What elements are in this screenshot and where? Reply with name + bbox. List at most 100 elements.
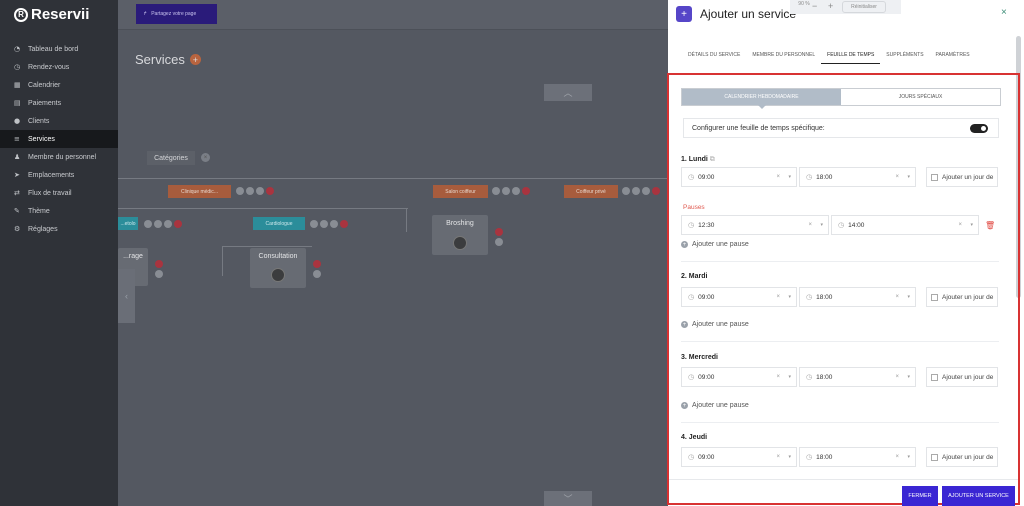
clear-icon[interactable]: × — [776, 374, 780, 380]
end-time-select[interactable]: ◷ 18:00 × ▾ — [799, 447, 916, 467]
subcategory-node[interactable]: Cardiologue — [253, 217, 305, 230]
categories-clear-icon[interactable]: × — [201, 153, 210, 162]
clear-icon[interactable]: × — [958, 222, 962, 228]
copy-icon[interactable] — [512, 187, 520, 195]
start-time-select[interactable]: ◷ 09:00 × ▾ — [681, 447, 797, 467]
sidebar-item-clients[interactable]: ● Clients — [0, 112, 118, 130]
trash-icon[interactable]: 🗑 — [985, 221, 995, 230]
service-card[interactable]: Consultation — [250, 248, 306, 288]
sidebar-item-payments[interactable]: ▤ Paiements — [0, 94, 118, 112]
zoom-in-button[interactable]: + — [828, 1, 833, 11]
sidebar-item-services[interactable]: ≡ Services — [0, 130, 118, 148]
delete-icon[interactable] — [652, 187, 660, 195]
close-icon[interactable]: × — [1001, 7, 1007, 18]
clear-icon[interactable]: × — [895, 294, 899, 300]
sidebar-item-theme[interactable]: ✎ Thème — [0, 202, 118, 220]
delete-icon[interactable] — [174, 220, 182, 228]
clear-icon[interactable]: × — [895, 374, 899, 380]
copy-icon[interactable]: ⧉ — [710, 155, 715, 164]
sidebar-item-staff[interactable]: ♟ Membre du personnel — [0, 148, 118, 166]
sidebar-item-locations[interactable]: ➤ Emplacements — [0, 166, 118, 184]
tab-extras[interactable]: Suppléments — [880, 46, 929, 64]
subcategory-node[interactable]: ...etolo — [118, 217, 138, 230]
edit-icon[interactable] — [320, 220, 328, 228]
edit-icon[interactable] — [632, 187, 640, 195]
delete-icon[interactable] — [495, 228, 503, 236]
category-node[interactable]: Coiffeur privé — [564, 185, 618, 198]
copy-icon[interactable] — [330, 220, 338, 228]
checkbox[interactable] — [931, 373, 938, 381]
checkbox[interactable] — [931, 293, 938, 301]
clear-icon[interactable]: × — [895, 454, 899, 460]
category-node[interactable]: Clinique médic... — [168, 185, 231, 198]
clear-icon[interactable]: × — [776, 294, 780, 300]
add-pause-button[interactable]: + Ajouter une pause — [681, 402, 749, 409]
clear-icon[interactable]: × — [895, 174, 899, 180]
edit-icon[interactable] — [154, 220, 162, 228]
checkbox[interactable] — [931, 173, 938, 181]
start-time-select[interactable]: ◷ 09:00 × ▾ — [681, 167, 797, 187]
sidebar-item-dashboard[interactable]: ◔ Tableau de bord — [0, 40, 118, 58]
end-time-select[interactable]: ◷ 18:00 × ▾ — [799, 167, 916, 187]
sidebar-item-calendar[interactable]: ▦ Calendrier — [0, 76, 118, 94]
sidebar-item-workflow[interactable]: ⇄ Flux de travail — [0, 184, 118, 202]
pause-end-select[interactable]: ◷ 14:00 × ▾ — [831, 215, 979, 235]
specific-timesheet-toggle[interactable] — [970, 124, 988, 133]
add-icon[interactable] — [492, 187, 500, 195]
end-time-select[interactable]: ◷ 18:00 × ▾ — [799, 287, 916, 307]
add-icon[interactable] — [622, 187, 630, 195]
add-pause-button[interactable]: + Ajouter une pause — [681, 321, 749, 328]
tab-weekly-calendar[interactable]: Calendrier hebdomadaire — [682, 89, 841, 109]
delete-icon[interactable] — [522, 187, 530, 195]
delete-icon[interactable] — [340, 220, 348, 228]
add-service-icon[interactable]: + — [189, 54, 201, 65]
add-day-checkbox[interactable]: Ajouter un jour de — [926, 287, 998, 307]
add-icon[interactable] — [236, 187, 244, 195]
add-day-checkbox[interactable]: Ajouter un jour de — [926, 167, 998, 187]
add-icon[interactable] — [310, 220, 318, 228]
edit-icon[interactable] — [502, 187, 510, 195]
main-overlay-area[interactable] — [118, 0, 668, 506]
edit-icon[interactable] — [313, 270, 321, 278]
clear-icon[interactable]: × — [808, 222, 812, 228]
timesheet-section: Calendrier hebdomadaire Jours spéciaux C… — [667, 73, 1020, 506]
delete-icon[interactable] — [266, 187, 274, 195]
close-button[interactable]: Fermer — [902, 486, 938, 506]
scroll-down-button[interactable]: ﹀ — [544, 491, 592, 506]
tab-special-days[interactable]: Jours spéciaux — [841, 89, 1000, 105]
sidebar-item-settings[interactable]: ⚙ Réglages — [0, 220, 118, 238]
start-time-select[interactable]: ◷ 09:00 × ▾ — [681, 367, 797, 387]
clear-icon[interactable]: × — [776, 454, 780, 460]
edit-icon[interactable] — [246, 187, 254, 195]
delete-icon[interactable] — [313, 260, 321, 268]
category-node[interactable]: Salon coiffeur — [433, 185, 488, 198]
scroll-up-button[interactable]: ︿ — [544, 84, 592, 101]
add-icon[interactable] — [144, 220, 152, 228]
add-service-button[interactable]: Ajouter un service — [942, 486, 1015, 506]
copy-icon[interactable] — [256, 187, 264, 195]
tab-parameters[interactable]: Paramètres — [930, 46, 976, 64]
share-page-button[interactable]: ↱ Partagez votre page — [136, 4, 217, 24]
add-day-checkbox[interactable]: Ajouter un jour de — [926, 367, 998, 387]
zoom-reset-button[interactable]: Réinitialiser — [842, 1, 886, 13]
end-time-select[interactable]: ◷ 18:00 × ▾ — [799, 367, 916, 387]
add-day-checkbox[interactable]: Ajouter un jour de — [926, 447, 998, 467]
checkbox[interactable] — [931, 453, 938, 461]
service-card[interactable]: Broshing — [432, 215, 488, 255]
copy-icon[interactable] — [164, 220, 172, 228]
app-logo[interactable]: R Reservii — [14, 6, 89, 23]
add-pause-button[interactable]: + Ajouter une pause — [681, 241, 749, 248]
tree-collapse-handle[interactable]: ‹ — [118, 269, 135, 323]
start-time-select[interactable]: ◷ 09:00 × ▾ — [681, 287, 797, 307]
sidebar-item-appointments[interactable]: ◷ Rendez-vous — [0, 58, 118, 76]
tab-service-details[interactable]: Détails du service — [682, 46, 746, 64]
delete-icon[interactable] — [155, 260, 163, 268]
copy-icon[interactable] — [642, 187, 650, 195]
clear-icon[interactable]: × — [776, 174, 780, 180]
edit-icon[interactable] — [495, 238, 503, 246]
zoom-out-button[interactable]: − — [812, 1, 817, 11]
edit-icon[interactable] — [155, 270, 163, 278]
tab-staff-member[interactable]: Membre du personnel — [746, 46, 821, 64]
tab-timesheet[interactable]: Feuille de temps — [821, 46, 881, 64]
pause-start-select[interactable]: ◷ 12:30 × ▾ — [681, 215, 829, 235]
